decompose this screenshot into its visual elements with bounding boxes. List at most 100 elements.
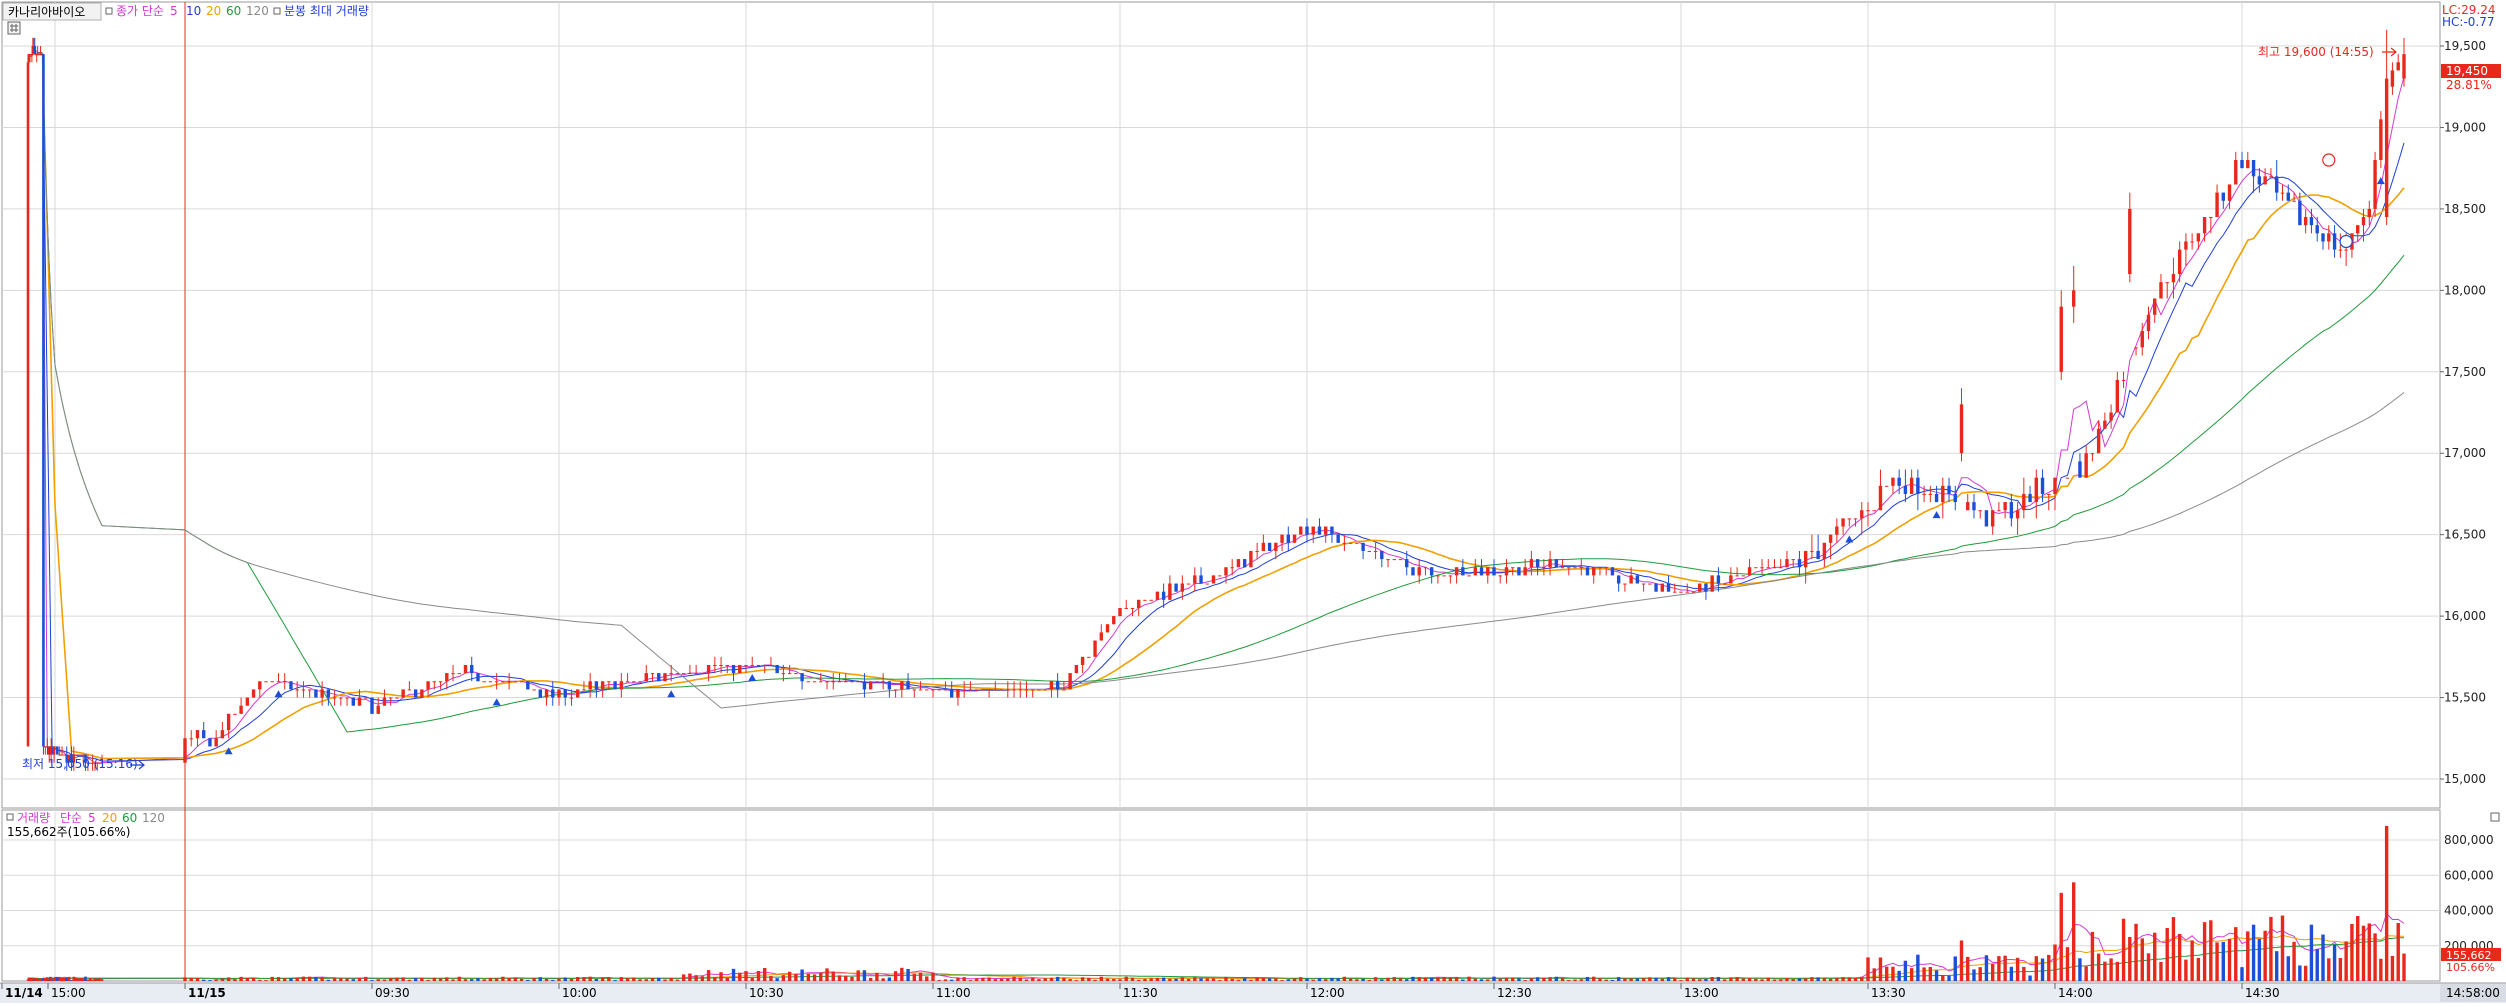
candle-body [258,681,262,690]
volume-bar [1579,979,1583,981]
volume-bar [2286,956,2290,981]
volume-bar [706,970,711,981]
candle-body [2115,379,2120,413]
price-tick-label: 18,000 [2444,283,2486,297]
volume-bar [401,977,405,981]
volume-bar [1205,978,1209,981]
candle-body [1573,567,1577,569]
volume-bar [1934,970,1939,981]
volume-bar [1087,977,1091,981]
volume-bar [738,972,742,981]
volume-bar [594,978,599,981]
volume-bar [91,979,94,981]
volume-panel-close-icon[interactable] [2490,812,2500,822]
candle-body [1722,583,1727,585]
candle-body [1654,583,1658,592]
volume-bar [1031,977,1035,981]
candle-body [1542,567,1546,569]
candle-body [2009,502,2014,519]
volume-bar [202,979,206,981]
candle-body [968,689,973,691]
volume-bar [283,978,287,981]
price-tick-label: 15,500 [2444,691,2486,705]
candle-body [1916,477,1920,494]
volume-bar [1822,978,1827,981]
candle-body [1616,575,1621,584]
candle-body [731,664,736,674]
volume-bar [931,972,935,981]
volume-bar [77,978,80,981]
volume-bar [1398,978,1403,981]
candle-body [470,664,474,674]
candle-body [1330,526,1334,535]
volume-bar [1716,977,1721,981]
time-tick-label: 12:30 [1497,986,1532,1000]
candle-body [1411,567,1415,576]
candle-body [650,673,655,675]
candle-body [2303,217,2308,226]
ma-settings-icon[interactable] [105,7,113,15]
volume-bar [1280,980,1284,982]
volume-bar [482,979,486,981]
candle-body [999,689,1004,691]
candle-body [775,664,779,674]
candle-body [60,754,64,756]
candle-body [1517,567,1521,576]
candle-body [2315,225,2319,234]
candle-body [1055,681,1060,690]
volume-bar [1666,977,1671,981]
volume-bar [1604,979,1608,981]
candle-body [981,689,985,691]
volume-max-settings-icon[interactable] [273,7,281,15]
volume-bar [1454,977,1459,981]
volume-bar [1417,977,1421,981]
volume-bar [638,979,642,981]
price-tick-label: 16,000 [2444,609,2486,623]
low-annotation: 최저 15,050 (15:16) [22,757,138,771]
candle-body [1342,542,1347,544]
candle-body [2146,314,2151,332]
volume-ma-period-20: 20 [102,811,117,825]
candle-body [1990,510,1995,527]
volume-bar [457,976,461,981]
volume-bar [862,970,867,981]
grid-toggle-icon[interactable] [7,21,21,35]
candle-body [974,689,979,691]
candle-body [1261,542,1266,551]
volume-settings-icon[interactable] [6,813,14,821]
chart-window: 15,000 15,500 16,000 16,500 17,000 17,500 18,0… [0,0,2506,1003]
volume-bar [968,980,973,982]
candle-body [819,681,823,683]
candle-body [1797,559,1802,568]
volume-bar [2015,957,2020,981]
volume-bar [881,978,885,981]
volume-bar [812,974,817,981]
candle-body [1673,591,1677,593]
volume-bar [345,978,349,981]
candle-body [33,46,37,55]
time-tick-label: 10:00 [562,986,597,1000]
candle-body [183,738,187,763]
candle-body [987,689,991,691]
volume-bar [2065,947,2070,981]
volume-bar [1348,978,1353,981]
candle-body [1947,485,1951,494]
candle-body [77,754,80,756]
candle-body [2209,217,2213,219]
volume-bar [2361,925,2366,981]
volume-bar [532,977,536,981]
volume-bar [2257,939,2262,981]
volume-bar [1242,978,1247,981]
candle-body [1735,575,1739,577]
candle-body [2251,160,2256,177]
candle-body [1436,575,1440,577]
volume-bar [2090,931,2095,981]
volume-bar [2202,922,2207,981]
candle-body [1486,567,1490,576]
candle-body [1043,689,1047,691]
volume-bar [88,978,92,981]
stock-chart[interactable]: 15,000 15,500 16,000 16,500 17,000 17,500 18,0… [0,0,2506,1003]
candle-body [2344,249,2348,251]
volume-bar [1698,979,1702,981]
candle-body [326,689,331,698]
